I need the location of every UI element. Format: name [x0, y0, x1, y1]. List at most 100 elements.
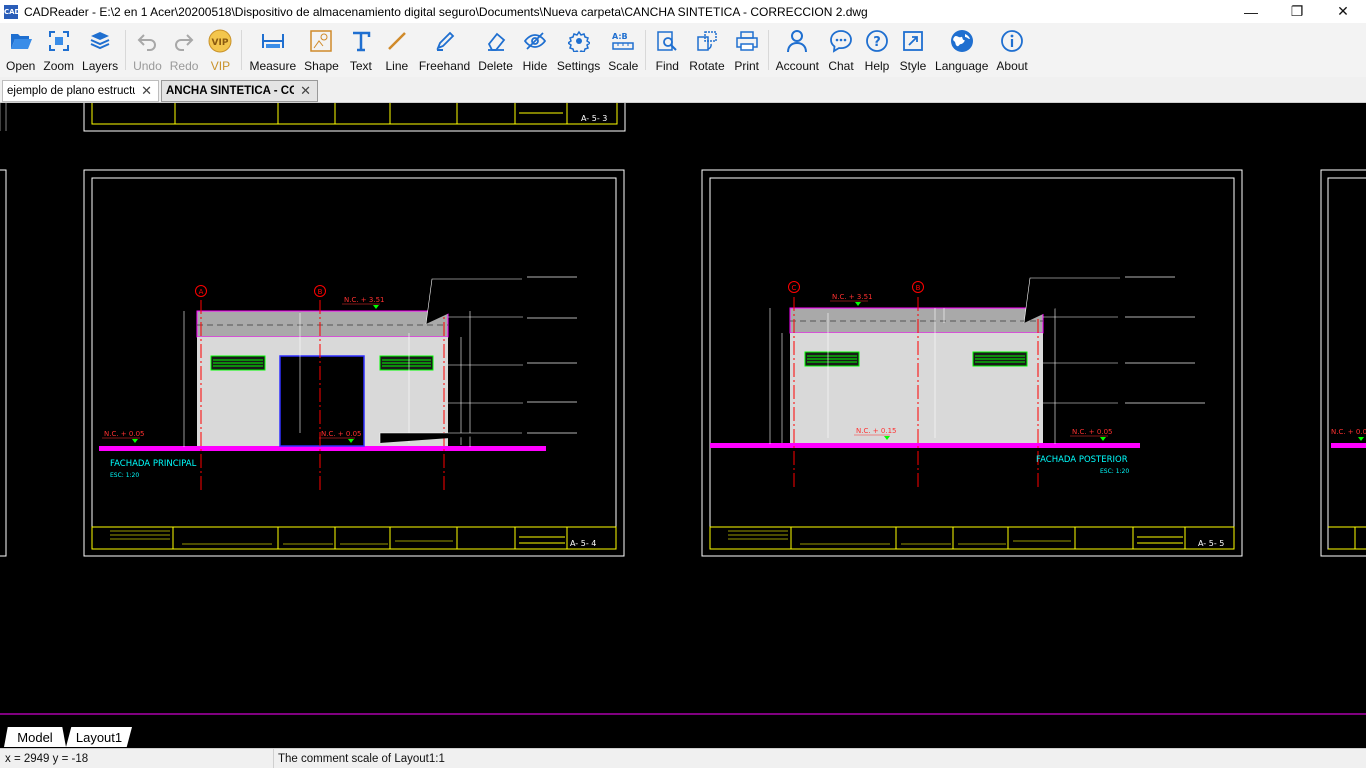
- zoom-label: Zoom: [43, 59, 75, 73]
- dwg-layout-view: A- 5- 3 A- 5- 4 A B N.C. + 3.51 N.C. + 0…: [0, 103, 1366, 715]
- vip-button[interactable]: VIP VIP: [202, 23, 238, 77]
- style-label: Style: [899, 59, 927, 73]
- layers-label: Layers: [82, 59, 119, 73]
- account-button[interactable]: Account: [772, 23, 823, 77]
- axis-label: B: [318, 288, 323, 296]
- toolbar-separator: [125, 30, 127, 70]
- info-icon: [998, 27, 1026, 55]
- help-label: Help: [864, 59, 890, 73]
- sheet-top-partial: A- 5- 3: [0, 103, 626, 132]
- user-icon: [783, 27, 811, 55]
- shape-icon: [307, 27, 335, 55]
- drawing-canvas[interactable]: A- 5- 3 A- 5- 4 A B N.C. + 3.51 N.C. + 0…: [0, 103, 1366, 727]
- text-button[interactable]: Text: [343, 23, 379, 77]
- status-bar: x = 2949 y = -18 The comment scale of La…: [0, 748, 1366, 768]
- view-title: FACHADA PRINCIPAL: [110, 459, 197, 469]
- tab-ejemplo-de-plano[interactable]: ejemplo de plano estructu.. ✕: [2, 80, 159, 102]
- toolbar-separator: [767, 30, 769, 70]
- layout-tab-bar: Model Layout1: [0, 727, 1366, 747]
- close-tab-icon[interactable]: ✕: [141, 83, 152, 99]
- measure-button[interactable]: Measure: [245, 23, 300, 77]
- close-window-button[interactable]: ✕: [1320, 0, 1366, 23]
- level-label: N.C. + 3.51: [832, 293, 872, 301]
- window-controls: — ❐ ✕: [1228, 0, 1366, 23]
- chat-label: Chat: [828, 59, 854, 73]
- redo-button[interactable]: Redo: [166, 23, 203, 77]
- delete-button[interactable]: Delete: [474, 23, 517, 77]
- language-button[interactable]: Language: [931, 23, 992, 77]
- tab-cancha-sintetica[interactable]: ANCHA SINTETICA - CO. ✕: [161, 80, 318, 102]
- globe-icon: [948, 27, 976, 55]
- view-title: FACHADA POSTERIOR: [1036, 455, 1128, 465]
- tab-label: ANCHA SINTETICA - CO.: [166, 85, 295, 97]
- help-icon: ?: [863, 27, 891, 55]
- cadreader-window: CAD CADReader - E:\2 en 1 Acer\20200518\…: [0, 0, 1366, 768]
- chat-bubble-icon: [827, 27, 855, 55]
- undo-label: Undo: [133, 59, 162, 73]
- svg-text:?: ?: [873, 35, 881, 50]
- line-label: Line: [385, 59, 409, 73]
- settings-icon: [565, 27, 593, 55]
- help-button[interactable]: ? Help: [859, 23, 895, 77]
- find-label: Find: [655, 59, 679, 73]
- pen-icon: [431, 27, 459, 55]
- shape-label: Shape: [304, 59, 339, 73]
- undo-button[interactable]: Undo: [129, 23, 166, 77]
- layers-button[interactable]: Layers: [78, 23, 122, 77]
- tab-layout1[interactable]: Layout1: [66, 727, 132, 747]
- print-button[interactable]: Print: [729, 23, 765, 77]
- settings-button[interactable]: Settings: [553, 23, 604, 77]
- axis-label: A: [199, 288, 204, 296]
- line-tool-icon: [383, 27, 411, 55]
- minimize-button[interactable]: —: [1228, 0, 1274, 23]
- delete-label: Delete: [478, 59, 513, 73]
- shape-button[interactable]: Shape: [300, 23, 343, 77]
- sheet-number: A- 5- 3: [581, 114, 607, 123]
- status-message: The comment scale of Layout1:1: [278, 752, 445, 765]
- window-title: CADReader - E:\2 en 1 Acer\20200518\Disp…: [24, 4, 868, 19]
- tab-model[interactable]: Model: [4, 727, 66, 747]
- eye-off-icon: [521, 27, 549, 55]
- open-button[interactable]: Open: [2, 23, 39, 77]
- toolbar-separator: [241, 30, 243, 70]
- scale-button[interactable]: A:B Scale: [604, 23, 642, 77]
- svg-text:VIP: VIP: [212, 38, 229, 48]
- sheet-number: A- 5- 4: [570, 539, 596, 548]
- view-scale: ESC: 1:20: [1100, 468, 1129, 475]
- axis-label: B: [916, 284, 921, 292]
- level-label: N.C. + 3.51: [344, 296, 384, 304]
- hide-label: Hide: [522, 59, 548, 73]
- layers-icon: [86, 27, 114, 55]
- title-bar: CAD CADReader - E:\2 en 1 Acer\20200518\…: [0, 0, 1366, 23]
- about-button[interactable]: About: [992, 23, 1031, 77]
- language-label: Language: [935, 59, 989, 73]
- scale-label: Scale: [608, 59, 639, 73]
- zoom-button[interactable]: Zoom: [39, 23, 78, 77]
- print-label: Print: [734, 59, 759, 73]
- rotate-button[interactable]: Rotate: [685, 23, 728, 77]
- sheet-fachada-posterior: A- 5- 5 C B A N.C. + 3.51: [701, 169, 1243, 557]
- style-button[interactable]: Style: [895, 23, 931, 77]
- about-label: About: [996, 59, 1028, 73]
- close-tab-icon[interactable]: ✕: [300, 83, 311, 99]
- sheet-partial-left: [0, 169, 7, 557]
- undo-icon: [133, 27, 161, 55]
- freehand-button[interactable]: Freehand: [415, 23, 474, 77]
- text-tool-icon: [347, 27, 375, 55]
- sheet-partial-right: N.C. + 0.05: [1320, 169, 1366, 557]
- redo-icon: [170, 27, 198, 55]
- chat-button[interactable]: Chat: [823, 23, 859, 77]
- line-button[interactable]: Line: [379, 23, 415, 77]
- eraser-icon: [482, 27, 510, 55]
- app-logo-icon: CAD: [4, 4, 20, 19]
- restore-button[interactable]: ❐: [1274, 0, 1320, 23]
- document-tab-bar: ejemplo de plano estructu.. ✕ ANCHA SINT…: [0, 77, 1366, 103]
- axis-label: C: [792, 284, 797, 292]
- sheet-number: A- 5- 5: [1198, 539, 1224, 548]
- rotate-icon: [693, 27, 721, 55]
- hide-button[interactable]: Hide: [517, 23, 553, 77]
- find-button[interactable]: Find: [649, 23, 685, 77]
- toolbar-separator: [645, 30, 647, 70]
- cursor-coordinates: x = 2949 y = -18: [0, 748, 274, 768]
- tab-label: ejemplo de plano estructu..: [7, 85, 136, 97]
